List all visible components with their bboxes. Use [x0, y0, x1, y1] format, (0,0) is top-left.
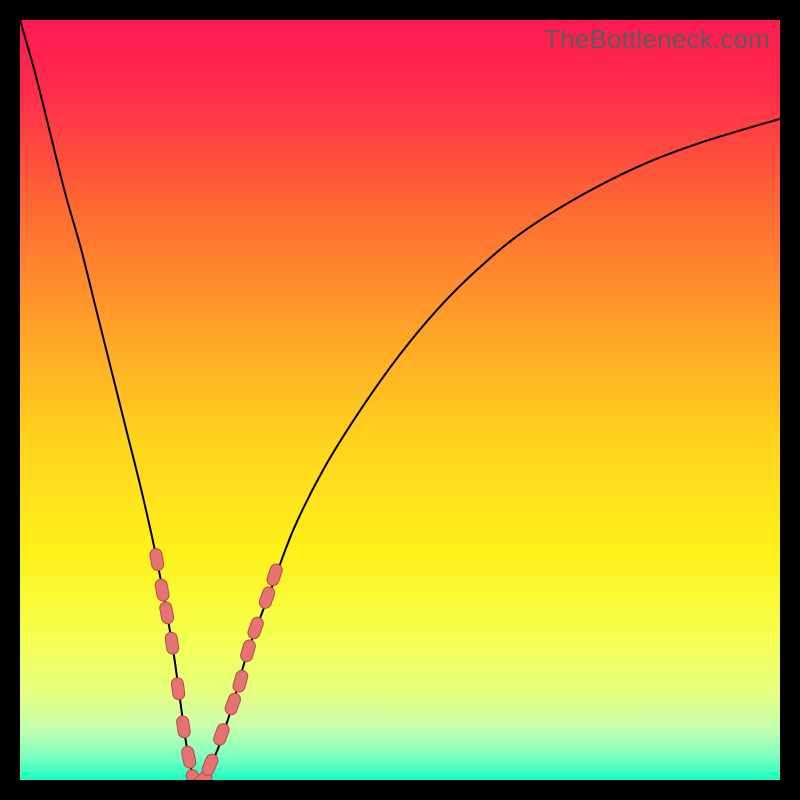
marker-pill — [232, 669, 250, 693]
marker-pill — [176, 715, 191, 739]
marker-pill — [246, 616, 265, 641]
watermark-label: TheBottleneck.com — [544, 24, 770, 55]
marker-pill — [181, 745, 197, 769]
marker-pill — [265, 562, 283, 587]
marker-pill — [159, 601, 175, 625]
marker-pill — [164, 631, 179, 655]
bottleneck-curve — [20, 20, 780, 780]
plot-area: TheBottleneck.com — [20, 20, 780, 780]
marker-pill — [239, 639, 257, 663]
marker-pill — [258, 585, 277, 610]
marker-pill — [223, 692, 242, 717]
marker-pill — [200, 752, 220, 777]
marker-group — [149, 548, 284, 780]
marker-pill — [149, 548, 165, 572]
marker-pill — [212, 722, 231, 747]
chart-svg — [20, 20, 780, 780]
marker-pill — [154, 578, 170, 602]
marker-pill — [171, 677, 186, 700]
